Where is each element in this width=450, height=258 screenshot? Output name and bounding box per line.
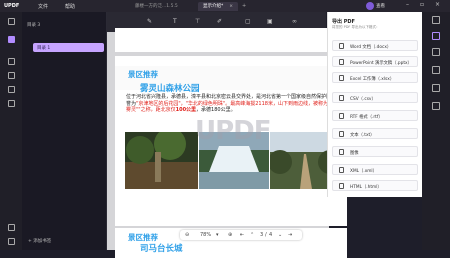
para-tail: ，承德180公里。	[196, 107, 236, 113]
zoom-out-icon[interactable]: ⊖	[185, 232, 189, 238]
avatar[interactable]	[366, 2, 374, 10]
export-xml-button[interactable]: XML（.xml）	[332, 164, 418, 175]
maximize-icon[interactable]: ▫	[420, 1, 424, 8]
description-paragraph: 位于河北省兴隆县，承德县，滦平县和北京密云县交界处，是河北省第一个国家级自然保护…	[126, 94, 341, 114]
search-icon[interactable]	[8, 72, 15, 79]
tab-label: 显示介绍*	[203, 4, 224, 9]
form-icon[interactable]	[8, 100, 15, 107]
title-bar: UPDF 文件 帮助 藤楼一方的泛...1.5.5 显示介绍* × + 查看 – …	[0, 0, 450, 12]
export-ppt-button[interactable]: PowerPoint 演示文稿（.pptx）	[332, 56, 418, 67]
shape-icon[interactable]: ▢	[245, 18, 251, 25]
export-csv-button[interactable]: CSV（.csv）	[332, 92, 418, 103]
option-label: 图像	[350, 151, 359, 156]
section-heading-small: 景区推荐	[128, 70, 158, 79]
save-icon[interactable]	[432, 84, 440, 92]
user-menu[interactable]: 查看	[376, 3, 385, 9]
image-file-icon	[339, 149, 344, 155]
option-label: PowerPoint 演示文稿（.pptx）	[350, 61, 412, 66]
ocr-icon[interactable]	[432, 32, 440, 40]
export-subtitle: 将您的 PDF 导出为以下格式：	[332, 25, 380, 29]
chevron-down-icon[interactable]: ▾	[216, 232, 219, 238]
watermark: UPDF	[195, 116, 272, 146]
para-distance: 100公里	[175, 107, 197, 113]
share-icon[interactable]	[432, 66, 440, 74]
option-label: Word 文档（.docx）	[350, 45, 392, 50]
page-current: 景区推荐 雾灵山森林公园 位于河北省兴隆县，承德县，滦平县和北京密云县交界处，是…	[115, 56, 347, 226]
tab-document-1[interactable]: 藤楼一方的泛...1.5.5	[130, 2, 183, 11]
app-logo: UPDF	[4, 3, 20, 9]
option-label: 文本（.txt）	[350, 133, 375, 138]
right-tool-strip	[422, 12, 450, 250]
zoom-in-icon[interactable]: ⊕	[228, 232, 232, 238]
minimize-icon[interactable]: –	[406, 1, 409, 8]
comment-icon[interactable]: ✎	[147, 18, 152, 25]
option-label: XML（.xml）	[350, 169, 377, 174]
photo-forest	[125, 132, 198, 189]
bookmark-group[interactable]: 目录 3	[27, 22, 40, 28]
ppt-icon	[339, 59, 344, 65]
protect-icon[interactable]	[432, 48, 440, 56]
organize-icon[interactable]	[8, 86, 15, 93]
print-icon[interactable]	[432, 102, 440, 110]
export-word-button[interactable]: Word 文档（.docx）	[332, 40, 418, 51]
html-icon	[339, 183, 344, 189]
page-total: 4	[269, 232, 273, 238]
close-window-icon[interactable]: ×	[435, 1, 440, 8]
page-separator-text: /	[265, 232, 267, 238]
bookmark-item[interactable]: 目录 1	[33, 43, 104, 52]
option-label: Excel 工作簿（.xlsx）	[350, 77, 395, 82]
comment-list-icon[interactable]	[8, 58, 15, 65]
xml-icon	[339, 167, 344, 173]
export-image-button[interactable]: 图像	[332, 146, 418, 157]
new-tab-icon[interactable]: +	[242, 3, 246, 9]
export-html-button[interactable]: HTML（.html）	[332, 180, 418, 191]
export-excel-button[interactable]: Excel 工作簿（.xlsx）	[332, 72, 418, 83]
section-heading-big: 雾灵山森林公园	[140, 84, 200, 94]
option-label: RTF 格式（.rtf）	[350, 115, 383, 120]
menu-file[interactable]: 文件	[38, 3, 48, 10]
section2-heading-big: 司马台长城	[140, 244, 183, 254]
option-label: HTML（.html）	[350, 185, 382, 190]
csv-icon	[339, 95, 344, 101]
add-bookmark-button[interactable]: + 添加书签	[28, 238, 51, 244]
page-previous	[115, 28, 347, 52]
search-icon[interactable]	[432, 16, 440, 24]
link-icon[interactable]: ∞	[292, 18, 297, 25]
rtf-icon	[339, 113, 344, 119]
left-tool-strip	[0, 12, 22, 250]
export-panel: 导出 PDF 将您的 PDF 导出为以下格式： Word 文档（.docx） P…	[327, 12, 422, 197]
zoom-bar: ⊖ 78% ▾ ⊕ ⇤ ⌃ 3 / 4 ⌄ ⇥	[180, 230, 302, 240]
layers-icon[interactable]	[8, 224, 15, 231]
tab-label: 藤楼一方的泛...1.5.5	[135, 4, 178, 9]
text-icon[interactable]: T	[173, 18, 177, 25]
edit-text-icon[interactable]: ⊤	[195, 18, 200, 25]
bookmark-icon[interactable]	[8, 36, 15, 43]
thumbnail-icon[interactable]	[8, 18, 15, 25]
export-txt-button[interactable]: 文本（.txt）	[332, 128, 418, 139]
image-icon[interactable]: ▣	[267, 18, 273, 25]
first-page-icon[interactable]: ⇤	[240, 232, 244, 238]
bookmark-list-icon[interactable]	[8, 238, 15, 245]
page-number[interactable]: 3	[260, 232, 263, 238]
export-rtf-button[interactable]: RTF 格式（.rtf）	[332, 110, 418, 121]
document-canvas[interactable]: 景区推荐 雾灵山森林公园 位于河北省兴隆县，承德县，滦平县和北京密云县交界处，是…	[107, 28, 347, 258]
next-page-icon[interactable]: ⌄	[278, 232, 282, 238]
menu-help[interactable]: 帮助	[65, 3, 75, 10]
option-label: CSV（.csv）	[350, 97, 376, 102]
export-title: 导出 PDF	[332, 19, 355, 25]
last-page-icon[interactable]: ⇥	[288, 232, 292, 238]
word-icon	[339, 43, 344, 49]
text-file-icon	[339, 131, 344, 137]
tab-document-2[interactable]: 显示介绍* ×	[198, 2, 239, 11]
zoom-value[interactable]: 78%	[200, 232, 211, 238]
draw-icon[interactable]: ✐	[217, 18, 222, 25]
excel-icon	[339, 75, 344, 81]
bookmark-sidebar: 目录 3 目录 1 + 添加书签	[22, 12, 107, 250]
close-tab-icon[interactable]: ×	[229, 4, 233, 9]
prev-page-icon[interactable]: ⌃	[250, 232, 254, 238]
